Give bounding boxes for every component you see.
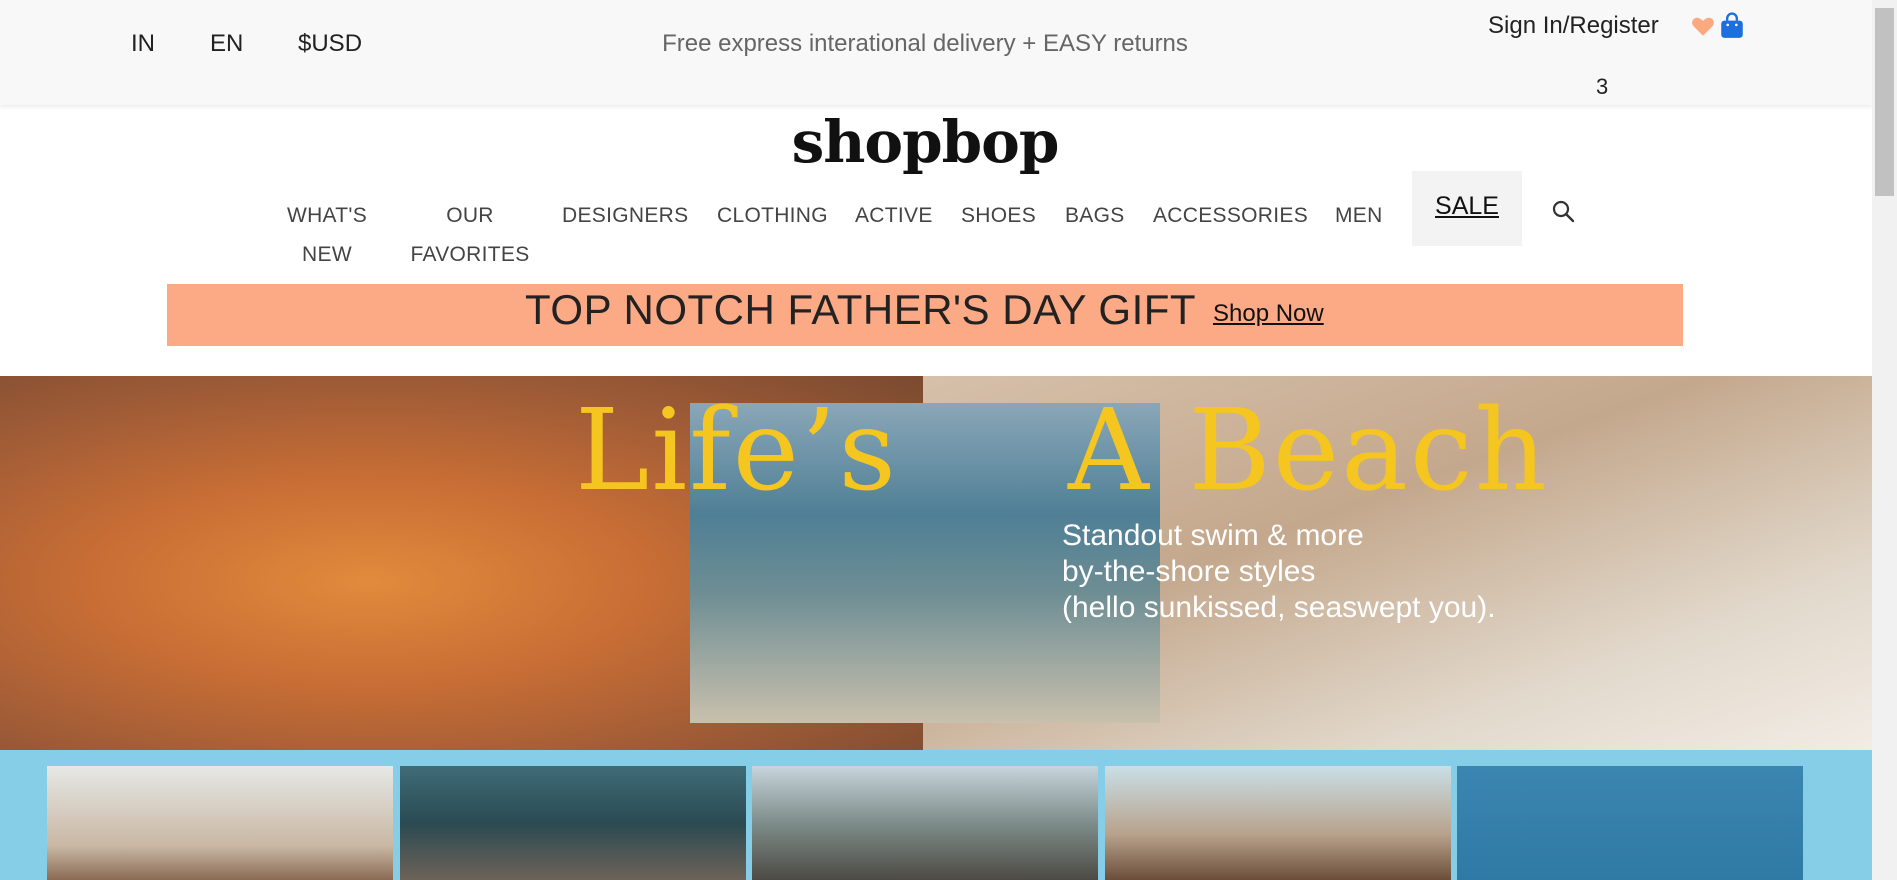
hero-subtitle: Standout swim & more by-the-shore styles… <box>1062 519 1496 624</box>
nav-clothing[interactable]: CLOTHING <box>717 196 828 235</box>
product-tile[interactable] <box>1105 766 1451 880</box>
bag-count: 3 <box>1596 74 1609 99</box>
scrollbar-thumb[interactable] <box>1875 8 1894 196</box>
nav-whats-new[interactable]: WHAT'S NEW <box>272 196 382 274</box>
nav-designers[interactable]: DESIGNERS <box>562 196 688 235</box>
nav-shoes[interactable]: SHOES <box>961 196 1036 235</box>
heart-icon[interactable] <box>1690 13 1716 39</box>
nav-accessories[interactable]: ACCESSORIES <box>1153 196 1308 235</box>
product-tile[interactable] <box>400 766 746 880</box>
product-tile[interactable] <box>752 766 1098 880</box>
hero-title: Life’s A Beach <box>575 386 1549 516</box>
shopbop-logo[interactable]: shopbop <box>0 108 1850 176</box>
product-tile[interactable] <box>1457 766 1803 880</box>
nav-active[interactable]: ACTIVE <box>855 196 933 235</box>
product-tile[interactable] <box>47 766 393 880</box>
shop-now-link[interactable]: Shop Now <box>1213 300 1324 328</box>
search-icon[interactable] <box>1551 199 1575 223</box>
nav-our-favorites[interactable]: OUR FAVORITES <box>405 196 535 274</box>
sign-in-link[interactable]: Sign In/Register <box>1488 12 1659 40</box>
banner-headline: TOP NOTCH FATHER'S DAY GIFT <box>525 286 1197 333</box>
nav-bags[interactable]: BAGS <box>1065 196 1125 235</box>
nav-sale[interactable]: SALE <box>1412 192 1522 221</box>
nav-men[interactable]: MEN <box>1335 196 1383 235</box>
bag-icon[interactable] <box>1719 12 1745 40</box>
hero-banner[interactable]: Life’s A Beach Standout swim & more by-th… <box>0 376 1872 750</box>
